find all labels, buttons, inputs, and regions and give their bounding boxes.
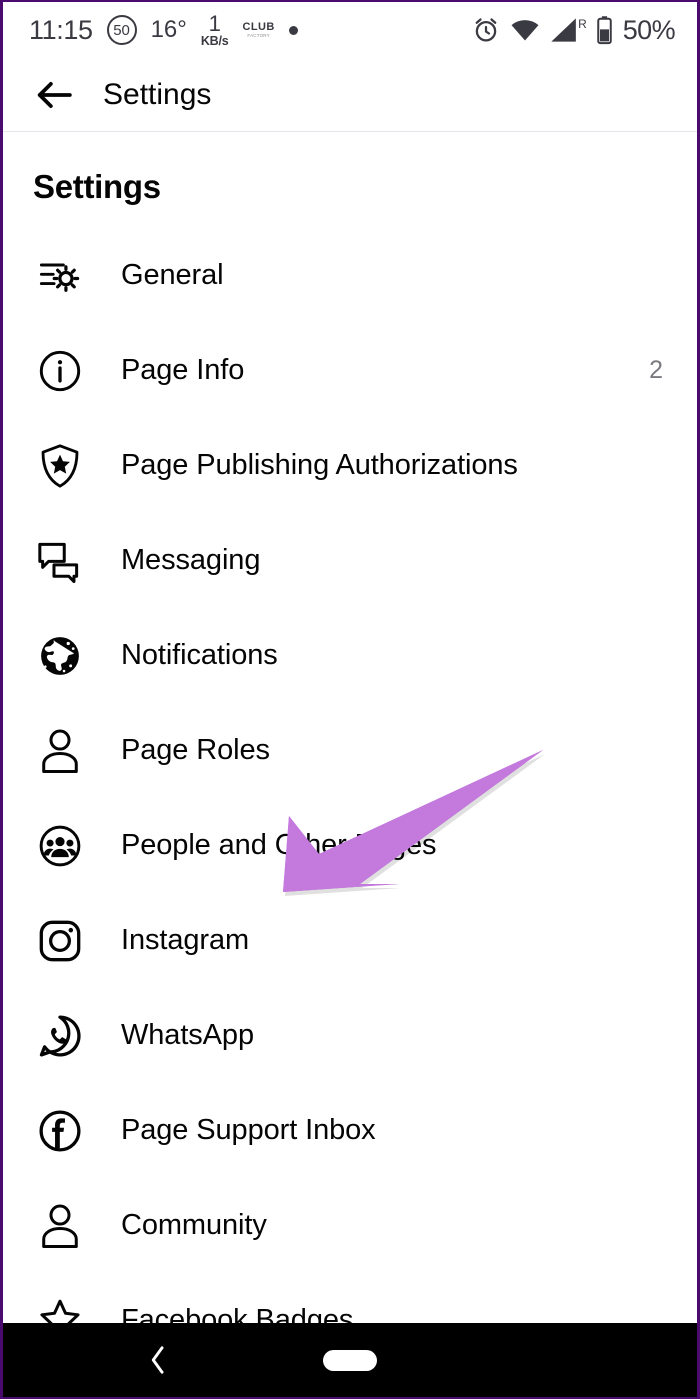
globe-icon: [35, 631, 85, 681]
settings-item-page-publishing-authorizations[interactable]: Page Publishing Authorizations: [3, 418, 697, 513]
settings-item-label: Page Info: [121, 354, 245, 386]
status-circle-badge: 50: [106, 15, 137, 45]
app-header: Settings: [3, 58, 697, 132]
settings-item-general[interactable]: General: [3, 228, 697, 323]
signal-group: R: [549, 17, 587, 43]
whatsapp-icon: [35, 1011, 85, 1061]
battery-percent: 50%: [622, 14, 676, 45]
settings-item-instagram[interactable]: Instagram: [3, 893, 697, 988]
sliders-gear-icon: [35, 251, 85, 301]
settings-item-label: General: [121, 259, 224, 291]
back-button[interactable]: [33, 74, 75, 116]
chat-bubbles-icon: [35, 536, 85, 586]
settings-item-facebook-badges[interactable]: Facebook Badges: [3, 1273, 697, 1327]
settings-content: Settings General Page Info 2 Page Publis…: [3, 132, 697, 1327]
settings-list: General Page Info 2 Page Publishing Auth…: [3, 228, 697, 1327]
status-temperature: 16°: [150, 16, 187, 43]
settings-item-community[interactable]: Community: [3, 1178, 697, 1273]
wifi-icon: [511, 20, 539, 41]
nav-back-chevron-icon: [151, 1346, 164, 1374]
roaming-indicator: R: [578, 17, 587, 31]
settings-item-page-support-inbox[interactable]: Page Support Inbox: [3, 1083, 697, 1178]
facebook-circle-icon: [35, 1106, 85, 1156]
person-icon: [35, 1201, 85, 1251]
status-bar: 11:15 50 16° 1 KB/s CLUB FACTORY R 50%: [3, 2, 697, 58]
person-icon: [35, 726, 85, 776]
battery-icon: [597, 16, 612, 45]
android-nav-bar: [3, 1323, 697, 1397]
settings-item-label: Community: [121, 1209, 267, 1241]
settings-item-messaging[interactable]: Messaging: [3, 513, 697, 608]
app-header-title: Settings: [103, 77, 212, 111]
info-circle-icon: [35, 346, 85, 396]
settings-item-notifications[interactable]: Notifications: [3, 608, 697, 703]
settings-item-whatsapp[interactable]: WhatsApp: [3, 988, 697, 1083]
club-logo-sub: FACTORY: [247, 32, 270, 38]
settings-item-page-roles[interactable]: Page Roles: [3, 703, 697, 798]
page-title: Settings: [33, 168, 161, 205]
status-bar-right: R 50%: [471, 14, 676, 46]
cellular-signal-icon: [551, 18, 576, 42]
nav-back-button[interactable]: [138, 1340, 178, 1380]
settings-item-page-info[interactable]: Page Info 2: [3, 323, 697, 418]
settings-item-label: Page Support Inbox: [121, 1114, 376, 1146]
status-clock: 11:15: [29, 14, 93, 45]
settings-item-label: Notifications: [121, 639, 278, 671]
settings-item-label: People and Other Pages: [121, 829, 437, 861]
phone-screen: 11:15 50 16° 1 KB/s CLUB FACTORY R 50% S…: [0, 0, 700, 1399]
settings-item-label: Messaging: [121, 544, 261, 576]
home-pill-indicator[interactable]: [323, 1349, 377, 1371]
page-info-count-badge: 2: [649, 356, 663, 384]
settings-item-label: WhatsApp: [121, 1019, 254, 1051]
settings-item-label: Page Publishing Authorizations: [121, 449, 518, 481]
network-speed-value: 1: [208, 10, 221, 36]
settings-item-label: Instagram: [121, 924, 250, 956]
club-logo-main: CLUB: [242, 20, 275, 33]
settings-item-label: Page Roles: [121, 734, 270, 766]
settings-item-people-and-other-pages[interactable]: People and Other Pages: [3, 798, 697, 893]
people-group-circle-icon: [35, 821, 85, 871]
club-factory-logo: CLUB FACTORY: [242, 20, 275, 39]
instagram-icon: [35, 916, 85, 966]
back-arrow-icon: [37, 81, 72, 108]
status-bar-left: 11:15 50 16° 1 KB/s CLUB FACTORY: [29, 10, 298, 48]
status-network-speed: 1 KB/s: [200, 10, 229, 48]
shield-star-icon: [35, 441, 85, 491]
network-speed-unit: KB/s: [200, 33, 229, 48]
alarm-clock-icon: [475, 18, 497, 42]
notification-dot-icon: [288, 25, 298, 35]
